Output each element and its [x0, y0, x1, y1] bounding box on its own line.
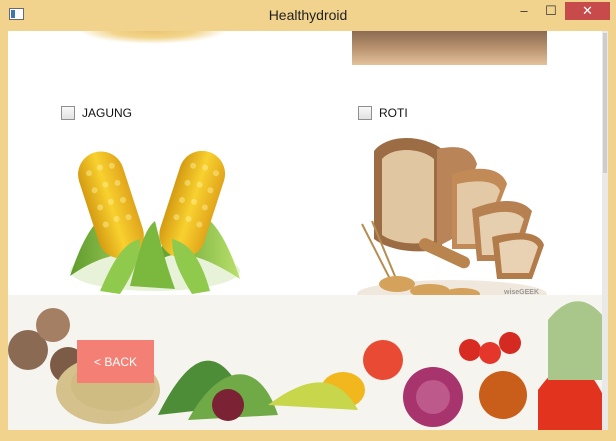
maximize-icon: ☐ — [545, 3, 557, 18]
corn-image — [70, 150, 240, 294]
minimize-button[interactable]: ‒ — [511, 2, 537, 20]
checkbox-jagung[interactable] — [61, 106, 75, 120]
option-jagung[interactable]: JAGUNG — [61, 106, 132, 120]
minimize-icon: ‒ — [520, 3, 528, 18]
close-icon: ✕ — [582, 3, 593, 18]
back-button[interactable]: < BACK — [77, 340, 154, 383]
option-roti[interactable]: ROTI — [358, 106, 408, 120]
vertical-scrollbar[interactable] — [602, 31, 608, 430]
potato-image-partial — [78, 31, 228, 44]
option-jagung-label: JAGUNG — [82, 106, 133, 120]
titlebar: Healthydroid ‒ ☐ ✕ — [0, 0, 616, 31]
scrollbar-thumb[interactable] — [603, 33, 607, 173]
window-bottom-border — [0, 430, 616, 441]
checkbox-roti[interactable] — [358, 106, 372, 120]
content-area: JAGUNG ROTI wiseGEEK < BACK — [8, 31, 608, 430]
bread-image — [357, 137, 547, 308]
maximize-button[interactable]: ☐ — [538, 2, 564, 20]
option-roti-label: ROTI — [379, 106, 408, 120]
close-button[interactable]: ✕ — [565, 2, 610, 20]
bread-image-partial — [352, 31, 547, 65]
app-window: Healthydroid ‒ ☐ ✕ JAGUNG ROTI wiseGEEK … — [0, 0, 616, 441]
